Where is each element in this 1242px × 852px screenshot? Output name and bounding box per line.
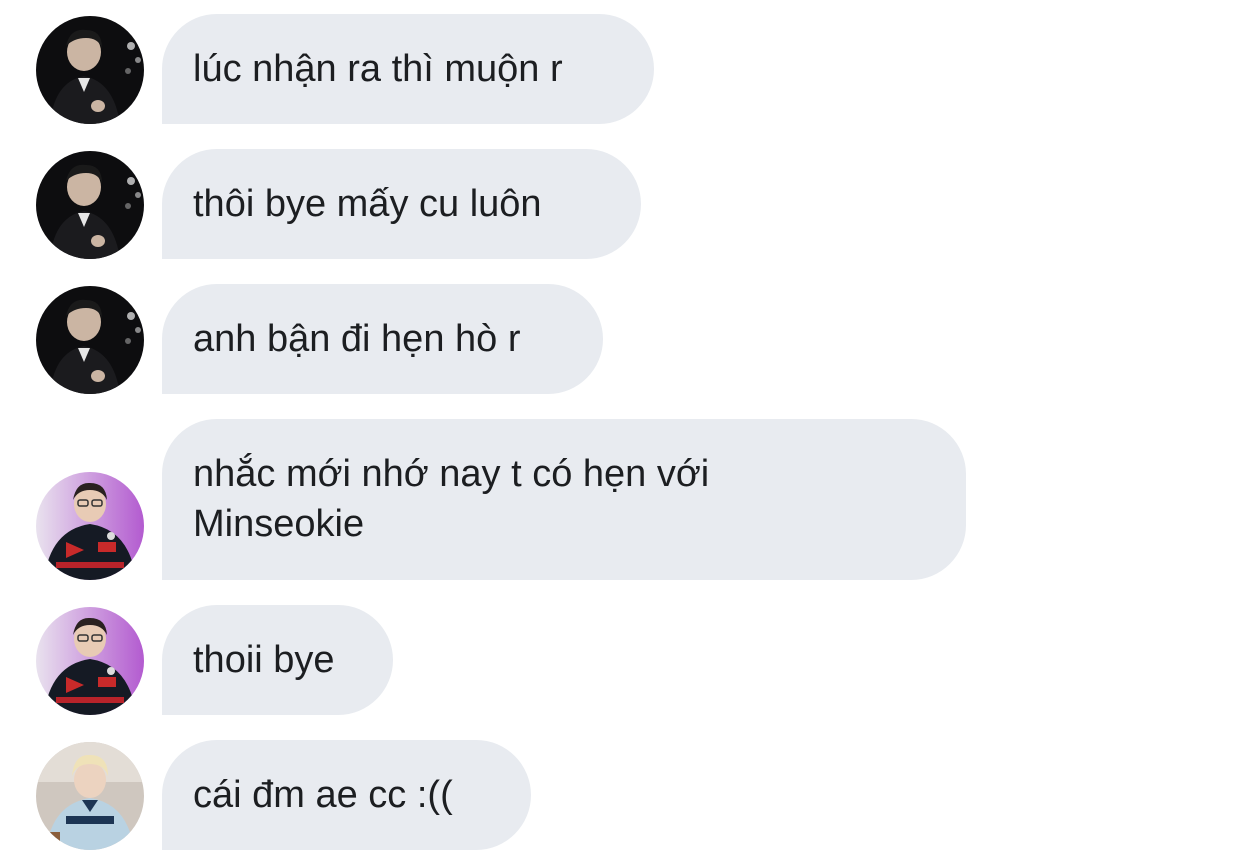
avatar-image — [36, 472, 144, 580]
avatar-dark-suit[interactable] — [36, 151, 144, 259]
avatar-glasses-jersey[interactable] — [36, 472, 144, 580]
avatar-glasses-jersey[interactable] — [36, 607, 144, 715]
avatar-image — [36, 607, 144, 715]
message-bubble[interactable]: thôi bye mấy cu luôn — [162, 149, 641, 259]
avatar-dark-suit[interactable] — [36, 286, 144, 394]
message-bubble[interactable]: thoii bye — [162, 605, 393, 715]
avatar-image — [36, 286, 144, 394]
message-bubble[interactable]: cái đm ae cc :(( — [162, 740, 531, 850]
avatar-image — [36, 742, 144, 850]
message-bubble[interactable]: nhắc mới nhớ nay t có hẹn với Minseokie — [162, 419, 966, 580]
avatar-image — [36, 16, 144, 124]
message-bubble[interactable]: anh bận đi hẹn hò r — [162, 284, 603, 394]
message-bubble[interactable]: lúc nhận ra thì muộn r — [162, 14, 654, 124]
avatar-image — [36, 151, 144, 259]
avatar-blonde-jersey[interactable] — [36, 742, 144, 850]
avatar-dark-suit[interactable] — [36, 16, 144, 124]
